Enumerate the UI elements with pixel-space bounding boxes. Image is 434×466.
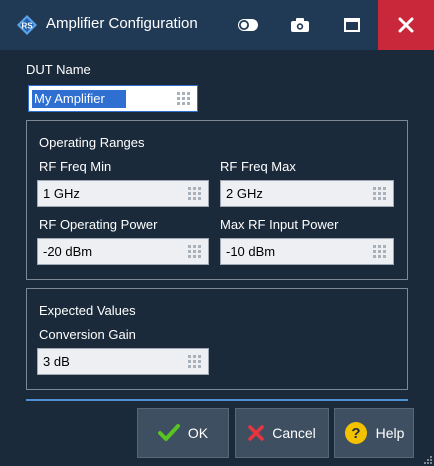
svg-text:?: ? bbox=[351, 425, 360, 442]
conversion-gain-input[interactable]: 3 dB bbox=[37, 348, 209, 375]
dut-name-label: DUT Name bbox=[26, 62, 91, 77]
camera-icon bbox=[291, 18, 309, 32]
help-button-label: Help bbox=[375, 425, 405, 441]
ok-button[interactable]: OK bbox=[137, 408, 229, 458]
max-rf-input-power-label: Max RF Input Power bbox=[220, 217, 339, 232]
help-button[interactable]: ? Help bbox=[334, 408, 414, 458]
separator-line bbox=[26, 399, 408, 401]
keypad-icon[interactable] bbox=[373, 187, 387, 201]
cancel-button[interactable]: Cancel bbox=[235, 408, 329, 458]
max-rf-input-power-input[interactable]: -10 dBm bbox=[220, 238, 394, 265]
operating-ranges-title: Operating Ranges bbox=[39, 135, 145, 150]
rf-operating-power-input[interactable]: -20 dBm bbox=[37, 238, 209, 265]
amplifier-configuration-dialog: RS Amplifier Configuration DUT Name My A… bbox=[0, 0, 434, 466]
keypad-icon[interactable] bbox=[188, 245, 202, 259]
maximize-icon bbox=[344, 18, 360, 32]
rf-freq-min-input[interactable]: 1 GHz bbox=[37, 180, 209, 207]
conversion-gain-label: Conversion Gain bbox=[39, 327, 136, 342]
keypad-icon[interactable] bbox=[177, 92, 191, 106]
toggle-button[interactable] bbox=[222, 0, 274, 50]
rf-freq-max-input[interactable]: 2 GHz bbox=[220, 180, 394, 207]
ok-button-label: OK bbox=[187, 425, 209, 441]
resize-grip-icon[interactable] bbox=[422, 454, 432, 464]
title-bar[interactable]: RS Amplifier Configuration bbox=[0, 0, 434, 50]
svg-text:RS: RS bbox=[21, 22, 33, 31]
keypad-icon[interactable] bbox=[373, 245, 387, 259]
dut-name-input[interactable]: My Amplifier bbox=[28, 85, 198, 112]
keypad-icon[interactable] bbox=[188, 187, 202, 201]
close-icon bbox=[398, 17, 414, 33]
conversion-gain-value: 3 dB bbox=[43, 354, 70, 369]
rf-freq-max-value: 2 GHz bbox=[226, 186, 263, 201]
maximize-button[interactable] bbox=[326, 0, 378, 50]
screenshot-button[interactable] bbox=[274, 0, 326, 50]
cross-icon bbox=[248, 425, 264, 441]
checkmark-icon bbox=[157, 424, 180, 441]
rf-freq-min-value: 1 GHz bbox=[43, 186, 80, 201]
rf-operating-power-label: RF Operating Power bbox=[39, 217, 158, 232]
window-title: Amplifier Configuration bbox=[46, 15, 198, 32]
dut-name-value: My Amplifier bbox=[34, 91, 105, 106]
rf-freq-max-label: RF Freq Max bbox=[220, 159, 296, 174]
max-rf-input-power-value: -10 dBm bbox=[226, 244, 276, 259]
cancel-button-label: Cancel bbox=[272, 425, 316, 441]
expected-values-title: Expected Values bbox=[39, 303, 136, 318]
rf-freq-min-label: RF Freq Min bbox=[39, 159, 112, 174]
help-icon: ? bbox=[344, 422, 367, 444]
close-button[interactable] bbox=[378, 0, 434, 50]
toggle-icon bbox=[238, 19, 258, 31]
rf-operating-power-value: -20 dBm bbox=[43, 244, 93, 259]
rohde-schwarz-logo-icon: RS bbox=[17, 15, 37, 35]
keypad-icon[interactable] bbox=[188, 355, 202, 369]
